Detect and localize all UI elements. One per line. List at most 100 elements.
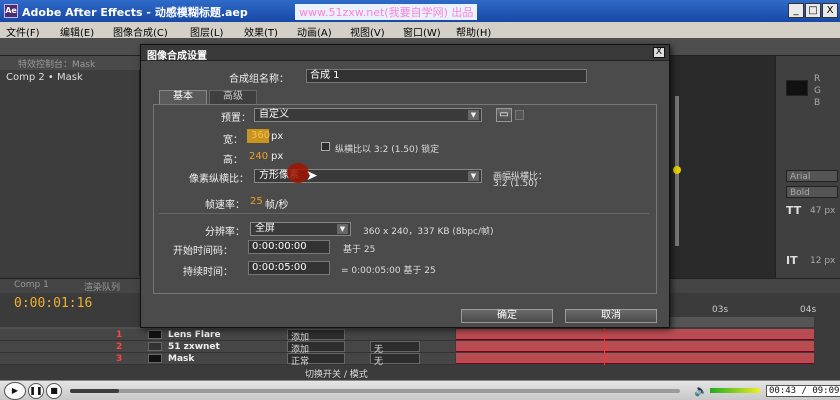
- volume-slider[interactable]: [710, 388, 760, 393]
- font-family-select[interactable]: Arial: [786, 170, 838, 182]
- duration-label: 持续时间：: [183, 267, 233, 278]
- title-bar: Ae Adobe After Effects - 动感模糊标题.aep www.…: [0, 0, 840, 22]
- layer-row[interactable]: 2 51 zxwnet 添加 无: [0, 341, 455, 355]
- layer-number: 2: [116, 342, 123, 352]
- layer-name[interactable]: Lens Flare: [168, 330, 221, 340]
- layer-number: 3: [116, 354, 123, 364]
- lock-aspect-checkbox[interactable]: [321, 142, 330, 151]
- resolution-info: 360 x 240，337 KB (8bpc/帧): [363, 227, 494, 237]
- fps-label: 帧速率：: [205, 200, 245, 211]
- menu-window[interactable]: 窗口(W): [403, 24, 441, 39]
- info-b: B: [814, 98, 821, 108]
- volume-icon[interactable]: 🔈: [694, 384, 708, 397]
- menu-bar: 文件(F) 编辑(E) 图像合成(C) 图层(L) 效果(T) 动画(A) 视图…: [0, 22, 840, 39]
- layer-track[interactable]: [456, 341, 814, 352]
- duration-input[interactable]: 0:00:05:00: [248, 261, 330, 275]
- fps-input[interactable]: 25: [250, 196, 263, 207]
- chevron-down-icon: ▼: [337, 224, 348, 234]
- layer-trkmat-select[interactable]: 无: [370, 353, 420, 367]
- menu-effect[interactable]: 效果(T): [244, 24, 278, 39]
- tab-render-queue[interactable]: 渲染队列: [84, 280, 120, 293]
- separator: [159, 213, 649, 214]
- mouse-pointer-icon: ➤: [306, 168, 318, 184]
- width-label: 宽：: [223, 135, 243, 146]
- leading-icon: IT: [786, 254, 798, 267]
- layer-swatch: [148, 342, 162, 351]
- resolution-value: 全屏: [255, 223, 275, 234]
- layer-track[interactable]: [456, 353, 814, 364]
- dialog-title-bar: 图像合成设置 X: [141, 45, 669, 62]
- frame-aspect-value: 3:2 (1.50): [493, 179, 538, 189]
- layer-track[interactable]: [456, 329, 814, 340]
- leading-value[interactable]: 12 px: [810, 256, 835, 266]
- progress-track[interactable]: [70, 389, 680, 393]
- menu-view[interactable]: 视图(V): [350, 24, 385, 39]
- comp-mask-label: Comp 2 • Mask: [6, 72, 83, 83]
- resolution-select[interactable]: 全屏 ▼: [250, 222, 351, 236]
- layer-mode-select[interactable]: 正常: [287, 353, 345, 367]
- menu-animation[interactable]: 动画(A): [297, 24, 332, 39]
- cancel-button[interactable]: 取消: [565, 309, 657, 323]
- menu-file[interactable]: 文件(F): [6, 24, 40, 39]
- width-input[interactable]: 360: [247, 129, 270, 143]
- toggle-switches-modes[interactable]: 切换开关 / 模式: [305, 367, 368, 380]
- height-label: 高：: [223, 155, 243, 166]
- resolution-label: 分辨率：: [205, 227, 245, 238]
- maximize-button[interactable]: □: [805, 3, 821, 18]
- preset-value: 自定义: [259, 109, 289, 120]
- current-timecode[interactable]: 0:00:01:16: [14, 296, 92, 311]
- menu-composition[interactable]: 图像合成(C): [113, 24, 168, 39]
- font-style-select[interactable]: Bold: [786, 186, 838, 198]
- tab-basic[interactable]: 基本: [159, 90, 207, 104]
- color-swatch: [786, 80, 808, 96]
- minimize-button[interactable]: _: [788, 3, 804, 18]
- tab-advanced[interactable]: 高级: [209, 90, 257, 104]
- lock-aspect-label: 纵横比以 3:2 (1.50) 锁定: [335, 145, 440, 155]
- width-unit: px: [271, 131, 284, 142]
- effect-controls-tab[interactable]: 特效控制台：Mask: [18, 57, 95, 70]
- pause-icon: ❚❚: [29, 386, 43, 395]
- font-size-value[interactable]: 47 px: [810, 206, 835, 216]
- layer-mode-select[interactable]: 添加: [287, 329, 345, 343]
- watermark: www.51zxw.net(我要自学网) 出品: [295, 4, 478, 20]
- start-timecode-base: 基于 25: [343, 245, 376, 255]
- menu-layer[interactable]: 图层(L): [190, 24, 223, 39]
- ruler-tick-03s: 03s: [712, 305, 729, 315]
- dialog-title: 图像合成设置: [147, 51, 207, 62]
- composition-settings-dialog: 图像合成设置 X 合成组名称： 合成 1 基本 高级 预置： 自定义 ▼ ▭ 宽…: [140, 44, 670, 328]
- info-character-panel: R G B Arial Bold TT 47 px IT 12 px: [775, 56, 840, 278]
- height-unit: px: [271, 151, 284, 162]
- layer-row[interactable]: 3 Mask 正常 无: [0, 353, 455, 367]
- layer-row[interactable]: 1 Lens Flare 添加: [0, 329, 455, 343]
- play-button[interactable]: ▶: [4, 382, 26, 400]
- comp-name-input[interactable]: 合成 1: [306, 69, 587, 83]
- chevron-down-icon: ▼: [468, 171, 479, 181]
- start-timecode-input[interactable]: 0:00:00:00: [248, 240, 330, 254]
- layer-mode-select[interactable]: 添加: [287, 341, 345, 355]
- menu-edit[interactable]: 编辑(E): [60, 24, 94, 39]
- start-timecode-label: 开始时间码：: [173, 246, 233, 257]
- save-preset-button[interactable]: ▭: [496, 108, 512, 122]
- pause-button[interactable]: ❚❚: [28, 383, 44, 399]
- app-title: Adobe After Effects - 动感模糊标题.aep: [22, 6, 248, 19]
- stop-button[interactable]: ■: [46, 383, 62, 399]
- dialog-close-button[interactable]: X: [653, 47, 665, 58]
- layer-name[interactable]: Mask: [168, 354, 194, 364]
- layer-trkmat-select[interactable]: 无: [370, 341, 420, 355]
- duration-info: = 0:00:05:00 基于 25: [341, 266, 436, 276]
- menu-help[interactable]: 帮助(H): [456, 24, 491, 39]
- anchor-point[interactable]: [673, 166, 681, 174]
- layer-name[interactable]: 51 zxwnet: [168, 342, 220, 352]
- play-icon: ▶: [11, 386, 19, 395]
- tab-comp1[interactable]: Comp 1: [14, 280, 49, 290]
- ruler-tick-04s: 04s: [800, 305, 817, 315]
- player-time: 00:43 / 09:09: [766, 385, 840, 397]
- delete-preset-icon[interactable]: [515, 110, 524, 120]
- ok-button[interactable]: 确定: [461, 309, 553, 323]
- close-window-button[interactable]: X: [822, 3, 838, 18]
- layer-number: 1: [116, 330, 123, 340]
- stop-icon: ■: [50, 386, 58, 395]
- preset-select[interactable]: 自定义 ▼: [254, 108, 482, 122]
- info-g: G: [814, 86, 821, 96]
- height-input[interactable]: 240: [249, 151, 268, 162]
